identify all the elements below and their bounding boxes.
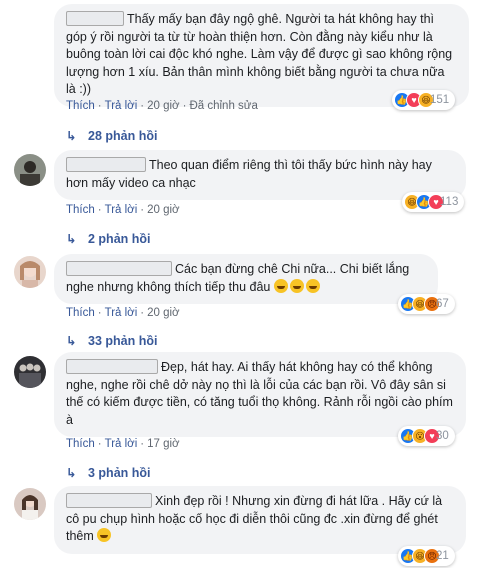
reply-arrow-icon: ↳ bbox=[66, 232, 77, 246]
grin-emoji-icon bbox=[273, 278, 288, 293]
reply-button[interactable]: Trả lời bbox=[105, 438, 138, 450]
reply-button[interactable]: Trả lời bbox=[105, 204, 138, 216]
reaction-count: 21 bbox=[436, 550, 449, 562]
grin-emoji-icon bbox=[289, 278, 304, 293]
reaction-summary[interactable]: 👍 ♥ 😆 151 bbox=[392, 90, 456, 110]
censored-name bbox=[66, 157, 146, 172]
avatar[interactable] bbox=[14, 154, 46, 186]
like-button[interactable]: Thích bbox=[66, 307, 95, 319]
reply-arrow-icon: ↳ bbox=[66, 129, 77, 143]
like-button[interactable]: Thích bbox=[66, 100, 95, 112]
reaction-count: 67 bbox=[436, 298, 449, 310]
comment-bubble: Các bạn đừng chê Chi nữa... Chi biết lắn… bbox=[54, 254, 438, 304]
avatar[interactable] bbox=[14, 488, 46, 520]
view-replies-link[interactable]: ↳ 33 phản hồi bbox=[66, 333, 157, 348]
reply-button[interactable]: Trả lời bbox=[105, 100, 138, 112]
comment-actions: Thích · Trả lời · 20 giờ · Đã chỉnh sửa bbox=[66, 100, 258, 112]
censored-name bbox=[66, 261, 172, 276]
edited-label[interactable]: Đã chỉnh sửa bbox=[189, 100, 257, 112]
comment-bubble: Xinh đẹp rồi ! Nhưng xin đừng đi hát lữa… bbox=[54, 486, 466, 554]
censored-name bbox=[66, 493, 152, 508]
confused-emoji-icon bbox=[97, 528, 112, 542]
timestamp[interactable]: 20 giờ bbox=[147, 100, 179, 112]
timestamp[interactable]: 20 giờ bbox=[147, 307, 179, 319]
reaction-summary[interactable]: 👍 😮 ♥ 30 bbox=[398, 426, 455, 446]
view-replies-link[interactable]: ↳ 28 phản hồi bbox=[66, 128, 157, 143]
comment-actions: Thích · Trả lời · 20 giờ bbox=[66, 204, 180, 216]
comment-actions: Thích · Trả lời · 20 giờ bbox=[66, 307, 180, 319]
timestamp[interactable]: 17 giờ bbox=[147, 438, 179, 450]
reply-arrow-icon: ↳ bbox=[66, 334, 77, 348]
reply-arrow-icon: ↳ bbox=[66, 466, 77, 480]
comment-bubble: Đẹp, hát hay. Ai thấy hát không hay có t… bbox=[54, 352, 466, 437]
avatar[interactable] bbox=[14, 356, 46, 388]
reaction-count: 151 bbox=[430, 94, 450, 106]
grin-emoji-icon bbox=[305, 278, 320, 293]
reaction-count: 30 bbox=[436, 430, 449, 442]
view-replies-link[interactable]: ↳ 2 phản hồi bbox=[66, 231, 151, 246]
timestamp[interactable]: 20 giờ bbox=[147, 204, 179, 216]
reaction-count: 113 bbox=[440, 196, 459, 208]
avatar[interactable] bbox=[14, 256, 46, 288]
view-replies-link[interactable]: ↳ 3 phản hồi bbox=[66, 465, 151, 480]
reaction-summary[interactable]: 👍 😆 😠 21 bbox=[398, 546, 455, 566]
like-button[interactable]: Thích bbox=[66, 204, 95, 216]
comment-actions: Thích · Trả lời · 17 giờ bbox=[66, 438, 180, 450]
censored-name bbox=[66, 11, 124, 26]
reaction-summary[interactable]: 😆 👍 ♥ 113 bbox=[402, 192, 465, 212]
reply-button[interactable]: Trả lời bbox=[105, 307, 138, 319]
comment-bubble: Theo quan điểm riêng thì tôi thấy bức hì… bbox=[54, 150, 466, 200]
reaction-summary[interactable]: 👍 😆 😠 67 bbox=[398, 294, 455, 314]
censored-name bbox=[66, 359, 158, 374]
like-button[interactable]: Thích bbox=[66, 438, 95, 450]
